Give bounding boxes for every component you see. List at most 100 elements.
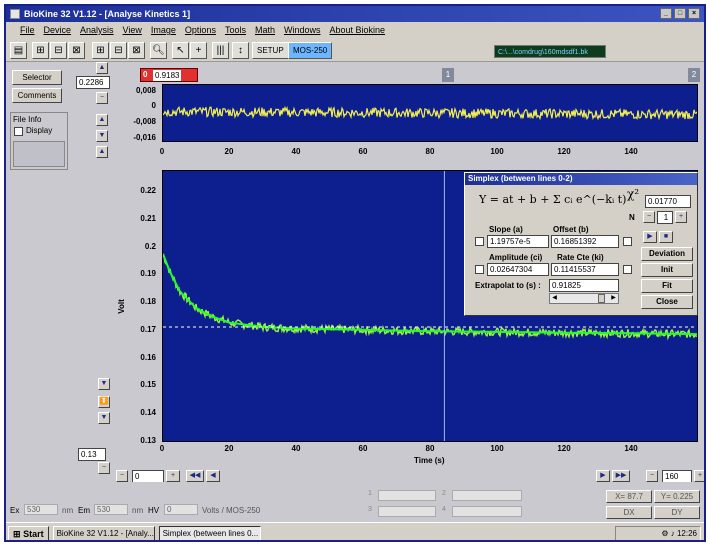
ex-value: 530 (24, 504, 58, 515)
forward-fast-icon[interactable]: ▶▶ (612, 470, 630, 482)
display-label: Display (26, 126, 53, 135)
play-icon[interactable]: ▶ (643, 231, 657, 243)
minus-2-icon[interactable]: − (98, 462, 110, 474)
extrapolate-value[interactable]: 0.91825 (549, 279, 619, 292)
marker-2[interactable]: 2 (688, 68, 700, 82)
offset-value[interactable]: 0.16851392 (551, 235, 619, 248)
x-coordinate: X= 87.7 (606, 490, 652, 503)
offset-label: Offset (b) (553, 225, 589, 234)
menu-tools[interactable]: Tools (225, 25, 246, 35)
chi-square-symbol: χ² (627, 187, 640, 201)
minimize-button[interactable]: _ (660, 8, 672, 19)
scroll-thumb[interactable] (598, 294, 605, 303)
n-label: N (629, 213, 635, 222)
close-button[interactable]: × (688, 8, 700, 19)
scroll-down-icon[interactable]: ▼ (98, 378, 110, 390)
arrow-up-icon[interactable]: ▲ (96, 114, 108, 126)
close-dialog-button[interactable]: Close (641, 295, 693, 309)
top-ytick: 0 (151, 101, 156, 110)
rate-value[interactable]: 0.11415537 (551, 263, 619, 276)
scroll-right-icon[interactable]: ▶ (609, 294, 618, 303)
taskbar-item-simplex[interactable]: Simplex (between lines 0... (158, 525, 261, 540)
menu-options[interactable]: Options (185, 25, 216, 35)
zoom-x-icon[interactable]: ⊟ (50, 42, 67, 59)
save-icon[interactable]: ▤ (10, 42, 27, 59)
menu-image[interactable]: Image (151, 25, 176, 35)
extrapolate-scrollbar[interactable]: ◀ ▶ (549, 293, 619, 304)
forward-icon[interactable]: ▶ (596, 470, 610, 482)
scale-icon[interactable]: ⊞ (92, 42, 109, 59)
setup-button[interactable]: SETUP (252, 42, 289, 59)
y-axis-label: Volt (116, 299, 126, 314)
main-ytick: 0.22 (140, 186, 156, 195)
display-checkbox[interactable] (14, 127, 23, 136)
slope-checkbox[interactable] (475, 237, 484, 246)
mos-button[interactable]: MOS-250 (288, 42, 333, 59)
marker-1[interactable]: 1 (442, 68, 454, 82)
fit-button[interactable]: Fit (641, 279, 693, 293)
pointer-icon[interactable]: ↖ (172, 42, 189, 59)
menu-view[interactable]: View (123, 25, 142, 35)
n-increment-icon[interactable]: + (675, 211, 687, 223)
y-coordinate: Y= 0.225 (654, 490, 700, 503)
menu-about[interactable]: About Biokine (330, 25, 386, 35)
start-label: Start (23, 528, 44, 539)
top-range-value[interactable]: 0.2286 (76, 76, 110, 89)
menu-file[interactable]: File (20, 25, 35, 35)
arrow-down-icon[interactable]: ▼ (96, 130, 108, 142)
comments-button[interactable]: Comments (12, 88, 62, 103)
stop-icon[interactable]: ■ (659, 231, 673, 243)
extrapolate-label: Extrapolat to (s) : (475, 281, 541, 290)
markers-icon[interactable]: ||| (212, 42, 229, 59)
maximize-button[interactable]: □ (674, 8, 686, 19)
deviation-button[interactable]: Deviation (641, 247, 693, 261)
minus-icon[interactable]: − (96, 92, 108, 104)
nav-plus-icon[interactable]: + (166, 470, 180, 482)
scroll-up-icon[interactable]: ▲ (96, 62, 108, 74)
top-xtick: 40 (291, 147, 301, 156)
menu-math[interactable]: Math (255, 25, 275, 35)
offset-checkbox[interactable] (623, 237, 632, 246)
scale-x-icon[interactable]: ⊟ (110, 42, 127, 59)
n-decrement-icon[interactable]: − (643, 211, 655, 223)
main-ytick: 0.14 (140, 408, 156, 417)
channel-3-field (378, 506, 436, 517)
menu-analysis[interactable]: Analysis (80, 25, 114, 35)
arrow-up-small-icon[interactable]: ▲ (96, 146, 108, 158)
channel-2-label: 2 (442, 490, 446, 497)
taskbar-item-biokine[interactable]: BioKine 32 V1.12 - [Analy... (52, 525, 155, 540)
bottom-range-value[interactable]: 0.13 (78, 448, 106, 461)
scale-y-icon[interactable]: ⊠ (128, 42, 145, 59)
magnifier-icon[interactable]: 🔍︎ (150, 42, 167, 59)
start-button[interactable]: ⊞ Start (8, 525, 49, 540)
amplitude-checkbox[interactable] (475, 265, 484, 274)
amplitude-value[interactable]: 0.02647304 (487, 263, 549, 276)
marker-0[interactable]: 0 0.9183 (140, 68, 198, 82)
residual-plot[interactable] (162, 84, 698, 142)
rewind-icon[interactable]: ◀ (206, 470, 220, 482)
crosshair-icon[interactable]: + (190, 42, 207, 59)
menu-device[interactable]: Device (44, 25, 72, 35)
arrows-icon[interactable]: ↕ (232, 42, 249, 59)
scroll-left-icon[interactable]: ◀ (550, 294, 559, 303)
selector-button[interactable]: Selector (12, 70, 62, 85)
n-value[interactable]: 1 (657, 211, 673, 224)
simplex-dialog-title: Simplex (between lines 0-2) (465, 173, 697, 185)
taskbar: ⊞ Start BioKine 32 V1.12 - [Analy... Sim… (6, 522, 704, 540)
menu-windows[interactable]: Windows (284, 25, 321, 35)
simplex-dialog: Simplex (between lines 0-2) Y = at + b +… (464, 172, 698, 316)
double-down-icon[interactable]: ⏬ (98, 396, 110, 408)
tray-icons: ⚙ ♪ (661, 529, 677, 538)
rewind-fast-icon[interactable]: ◀◀ (186, 470, 204, 482)
init-button[interactable]: Init (641, 263, 693, 277)
slope-value[interactable]: 1.19757e-5 (487, 235, 549, 248)
nav-minus-2-icon[interactable]: − (646, 470, 658, 482)
arrow-down-2-icon[interactable]: ▼ (98, 412, 110, 424)
rate-checkbox[interactable] (623, 265, 632, 274)
system-tray: ⚙ ♪ 12:26 (615, 526, 701, 540)
zoom-full-icon[interactable]: ⊞ (32, 42, 49, 59)
top-ytick: 0,008 (135, 86, 156, 95)
nav-plus-2-icon[interactable]: + (694, 470, 704, 482)
zoom-y-icon[interactable]: ⊠ (68, 42, 85, 59)
nav-minus-icon[interactable]: − (116, 470, 128, 482)
